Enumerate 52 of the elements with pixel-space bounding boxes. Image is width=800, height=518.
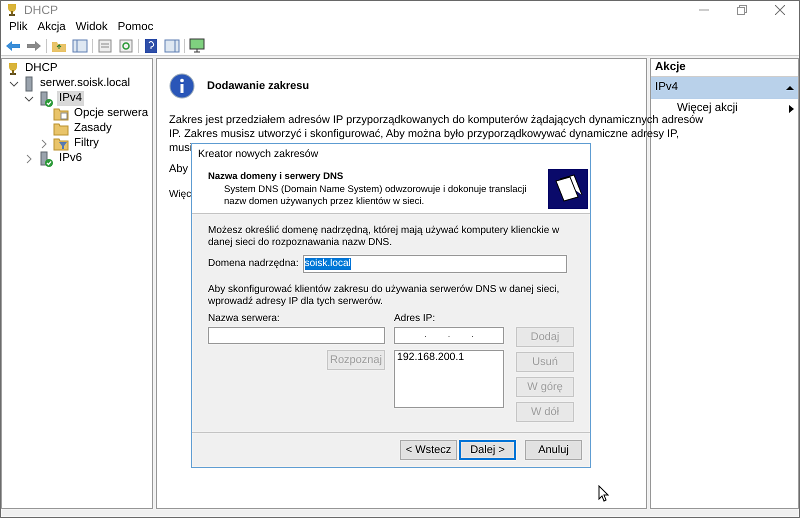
filter-icon bbox=[53, 136, 69, 150]
section-heading: Dodawanie zakresu bbox=[207, 78, 310, 94]
folder-icon bbox=[53, 106, 69, 120]
trophy-icon bbox=[6, 62, 20, 76]
tree-item[interactable]: IPv6 bbox=[57, 151, 84, 166]
tree-item[interactable]: DHCP bbox=[23, 61, 60, 76]
server-check-icon bbox=[38, 150, 54, 166]
tree-item[interactable]: serwer.soisk.local bbox=[38, 76, 132, 91]
list-icon[interactable] bbox=[96, 36, 114, 54]
tree-item[interactable]: Opcje serwera bbox=[72, 106, 150, 121]
dialog-title: Kreator nowych zakresów bbox=[198, 148, 318, 160]
body-text: Aby skonfigurować klientów zakresu do używania serwerów DNS w danej sieci, wprowadź adresy IP dla tych serwerów. bbox=[208, 284, 560, 308]
trophy-icon bbox=[5, 3, 19, 17]
text-line: IP. Zakres musisz utworzyć i skonfigurować, Aby można było przyporządkowywać dynamiczne adresy IP, bbox=[169, 128, 680, 140]
body-text: Możesz określić domenę nadrzędną, której mają używać komputery klienckie w danej sieci do rozpoznawania nazw DNS. bbox=[208, 225, 560, 249]
server-name-field[interactable] bbox=[208, 327, 385, 344]
domain-field[interactable]: soisk.local bbox=[302, 255, 567, 273]
field-label: Domena nadrzędna: bbox=[208, 258, 299, 270]
tree-item[interactable]: Filtry bbox=[72, 136, 101, 151]
server-check-icon bbox=[38, 90, 54, 106]
info-icon bbox=[169, 73, 195, 99]
menu-item[interactable]: Pomoc bbox=[112, 18, 158, 36]
monitor-icon[interactable] bbox=[188, 36, 206, 54]
text-line: Zakres jest przedziałem adresów IP przyporządkowanych do komputerów żądających dynamicznych adresów bbox=[169, 114, 704, 126]
window-title: DHCP bbox=[24, 2, 58, 19]
text-line: Aby bbox=[169, 163, 188, 175]
dialog-button[interactable]: < Wstecz bbox=[400, 440, 457, 460]
folder-icon bbox=[53, 122, 69, 136]
refresh-icon[interactable] bbox=[117, 36, 135, 54]
actions-section-header[interactable]: IPv4 bbox=[651, 77, 798, 99]
field-label: Adres IP: bbox=[394, 313, 436, 325]
text-line: Więc bbox=[169, 188, 192, 200]
panel-icon[interactable] bbox=[71, 36, 89, 54]
dialog-heading: Nazwa domeny i serwery DNS bbox=[208, 171, 344, 182]
help-icon[interactable] bbox=[142, 36, 160, 54]
panel-icon[interactable] bbox=[163, 36, 181, 54]
ip-address-field[interactable]: . . . bbox=[394, 327, 504, 344]
menu-item[interactable]: Widok bbox=[70, 18, 113, 36]
menu-item[interactable]: Plik bbox=[4, 18, 33, 36]
dialog-button[interactable]: Anuluj bbox=[525, 440, 582, 460]
submenu-arrow-icon bbox=[789, 105, 794, 113]
dialog-button[interactable]: Dalej > bbox=[459, 440, 516, 460]
panel-title: Akcje bbox=[655, 60, 686, 75]
tree-item[interactable]: IPv4 bbox=[57, 91, 84, 106]
list-item[interactable]: 192.168.200.1 bbox=[397, 351, 464, 363]
field-label: Nazwa serwera: bbox=[208, 313, 281, 325]
dialog-description: System DNS (Domain Name System) odwzorowuje i dokonuje translacji nazw domen używanych przez klientów w sieci. bbox=[224, 184, 527, 208]
server-icon bbox=[23, 76, 35, 92]
tree-item[interactable]: Zasady bbox=[72, 121, 114, 136]
menu-item[interactable]: Akcja bbox=[32, 18, 71, 36]
collapse-arrow-icon[interactable] bbox=[786, 85, 794, 91]
cursor-icon bbox=[598, 485, 609, 502]
